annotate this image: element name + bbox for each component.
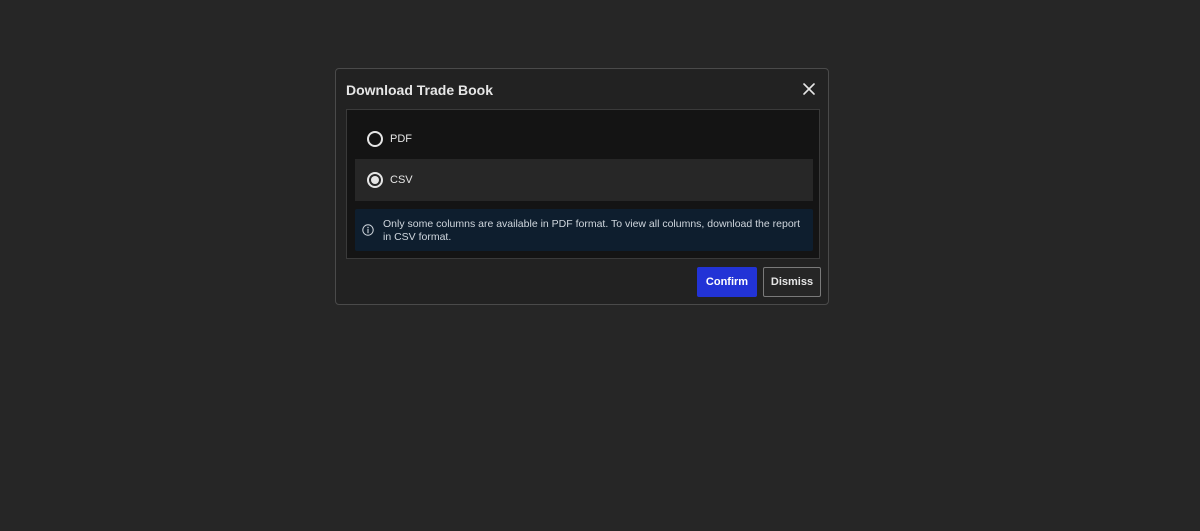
info-icon [362, 224, 374, 236]
download-trade-book-dialog: Download Trade Book PDF CSV Only some co… [335, 68, 829, 305]
csv-radio[interactable] [367, 172, 383, 188]
confirm-button[interactable]: Confirm [697, 267, 757, 297]
csv-label: CSV [390, 174, 413, 186]
dialog-body: PDF CSV Only some columns are available … [346, 109, 820, 259]
format-notice: Only some columns are available in PDF f… [355, 209, 813, 251]
close-icon [803, 83, 815, 95]
pdf-label: PDF [390, 133, 412, 145]
dialog-title: Download Trade Book [346, 82, 494, 98]
close-button[interactable] [802, 82, 816, 96]
notice-text: Only some columns are available in PDF f… [383, 218, 801, 243]
dialog-header: Download Trade Book [336, 69, 828, 109]
format-option-pdf[interactable]: PDF [355, 118, 813, 160]
format-option-csv[interactable]: CSV [355, 159, 813, 201]
pdf-radio[interactable] [367, 131, 383, 147]
dismiss-button[interactable]: Dismiss [763, 267, 821, 297]
